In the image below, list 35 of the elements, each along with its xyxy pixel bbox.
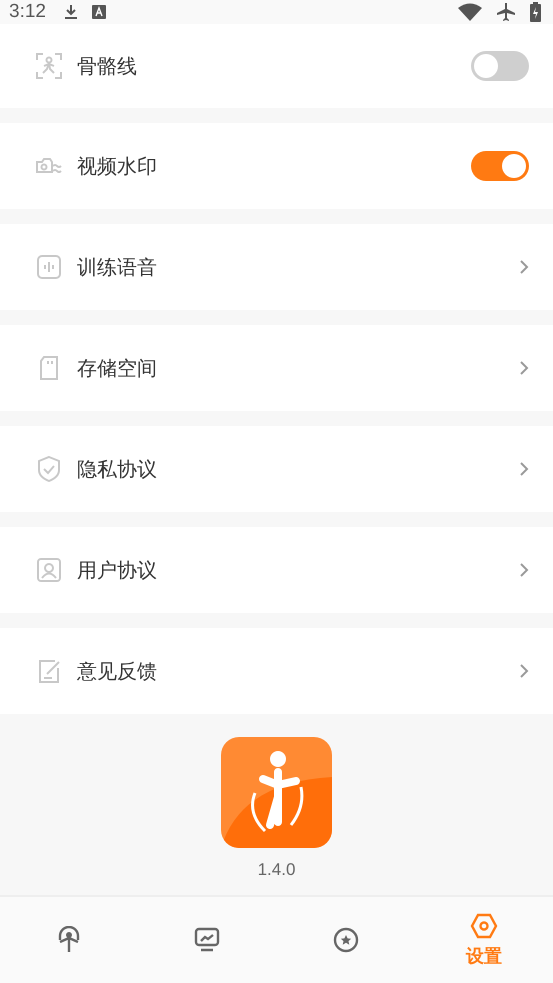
setting-label: 存储空间 (77, 354, 157, 382)
status-time: 3:12 (9, 1, 46, 23)
toggle-switch[interactable] (471, 51, 529, 81)
settings-row[interactable]: 骨骼线 (0, 24, 553, 108)
settings-row[interactable]: 训练语音 (0, 224, 553, 310)
shield-check-icon (35, 455, 63, 483)
skeleton-icon (35, 52, 63, 80)
wifi-icon (458, 3, 482, 21)
notification-icon (92, 5, 106, 19)
settings-row[interactable]: 用户协议 (0, 527, 553, 613)
chevron-right-icon (519, 259, 529, 275)
sound-wave-icon (35, 253, 63, 281)
chart-monitor-icon (193, 926, 222, 954)
setting-label: 隐私协议 (77, 456, 157, 482)
settings-row[interactable]: 存储空间 (0, 325, 553, 411)
airplane-icon (496, 2, 516, 22)
download-icon (64, 4, 78, 20)
settings-icon (470, 912, 498, 940)
chevron-right-icon (519, 360, 529, 376)
settings-row[interactable]: 视频水印 (0, 123, 553, 209)
user-card-icon (35, 556, 63, 584)
chevron-right-icon (519, 562, 529, 578)
setting-label: 训练语音 (77, 254, 157, 280)
chevron-right-icon (519, 663, 529, 679)
setting-label: 骨骼线 (77, 52, 137, 80)
app-version: 1.4.0 (258, 860, 296, 880)
settings-row[interactable]: 隐私协议 (0, 426, 553, 512)
settings-row[interactable]: 意见反馈 (0, 628, 553, 714)
setting-label: 视频水印 (77, 152, 157, 180)
chevron-right-icon (519, 461, 529, 477)
nav-label: 设置 (466, 945, 502, 968)
setting-label: 意见反馈 (77, 658, 157, 684)
toggle-switch[interactable] (471, 151, 529, 181)
star-badge-icon (332, 926, 360, 954)
setting-label: 用户协议 (77, 556, 157, 584)
